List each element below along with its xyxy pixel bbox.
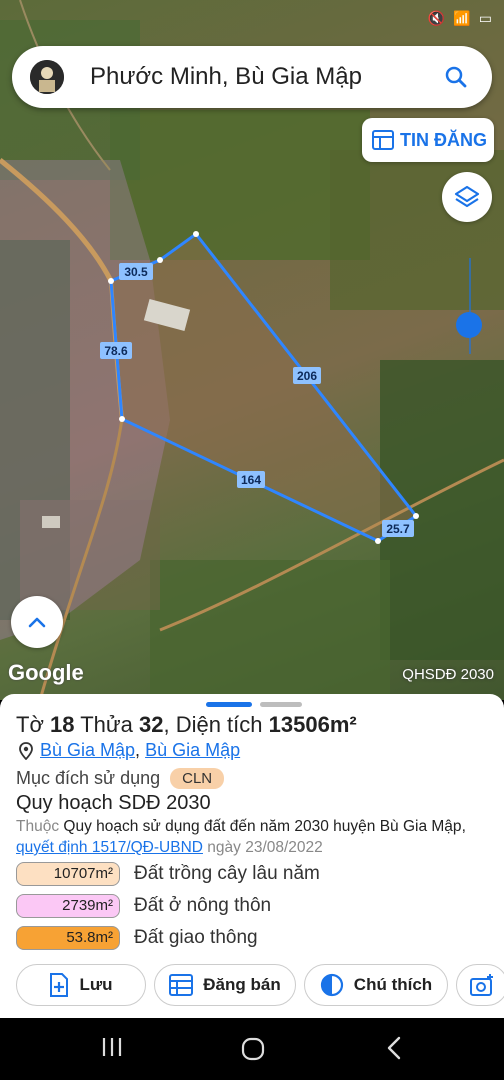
- edge-label-4: 164: [241, 473, 261, 487]
- slider-thumb[interactable]: [456, 312, 482, 338]
- contrast-icon: [320, 973, 343, 997]
- district-link[interactable]: Bù Gia Mập: [145, 740, 240, 760]
- add-photo-icon: [470, 974, 493, 996]
- legend-area: 2739m²: [16, 894, 120, 918]
- thua-number: 32: [138, 712, 164, 737]
- add-file-icon: [50, 973, 69, 997]
- purpose-label: Mục đích sử dụng: [16, 768, 161, 788]
- opacity-slider[interactable]: [456, 258, 482, 354]
- mute-icon: 🔇: [427, 10, 446, 26]
- sell-button[interactable]: Đăng bán: [154, 964, 296, 1006]
- home-icon[interactable]: [240, 1036, 266, 1062]
- edge-label-3: 206: [297, 369, 317, 383]
- avatar[interactable]: [30, 60, 64, 94]
- legend-button[interactable]: Chú thích: [304, 964, 448, 1006]
- edge-label-5: 25.7: [386, 522, 410, 536]
- legend-area: 53.8m²: [16, 926, 120, 950]
- parcel-summary: Tờ 18 Thửa 32, Diện tích 13506m²: [16, 712, 357, 737]
- wifi-icon: 📶: [453, 10, 471, 26]
- edge-label-2: 78.6: [104, 344, 128, 358]
- action-bar: Lưu Đăng bán Chú thích: [16, 964, 504, 1006]
- layer-label: QHSDĐ 2030: [402, 666, 494, 683]
- back-icon[interactable]: [384, 1036, 404, 1060]
- location-pin-icon: [19, 741, 33, 760]
- parcel-info-sheet: Tờ 18 Thửa 32, Diện tích 13506m² Bù Gia …: [0, 694, 504, 1018]
- legend-row: 10707m² Đất trồng cây lâu năm: [16, 862, 496, 886]
- listing-icon: [372, 130, 394, 150]
- legend-area: 10707m²: [16, 862, 120, 886]
- tin-dang-button[interactable]: TIN ĐĂNG: [362, 118, 494, 162]
- sheet-handle[interactable]: [206, 702, 302, 707]
- legend-row: 2739m² Đất ở nông thôn: [16, 894, 496, 918]
- tin-dang-label: TIN ĐĂNG: [400, 129, 487, 150]
- to-number: 18: [50, 712, 75, 737]
- system-nav-bar: [0, 1018, 504, 1080]
- google-logo: Google: [8, 660, 84, 685]
- decision-link[interactable]: quyết định 1517/QĐ-UBND: [16, 839, 203, 856]
- purpose-chip[interactable]: CLN: [170, 768, 225, 789]
- search-query[interactable]: Phước Minh, Bù Gia Mập: [90, 63, 436, 91]
- purpose-row: Mục đích sử dụng CLN: [16, 768, 225, 789]
- layers-icon: [454, 185, 480, 208]
- save-button[interactable]: Lưu: [16, 964, 146, 1006]
- legend-name: Đất ở nông thôn: [134, 895, 272, 916]
- layers-button[interactable]: [442, 172, 492, 222]
- status-bar: 🔇 📶 ▭: [0, 0, 504, 36]
- area-total: 13506m²: [268, 712, 357, 737]
- location-row: Bù Gia Mập, Bù Gia Mập: [18, 740, 240, 761]
- recent-apps-icon[interactable]: [100, 1036, 124, 1058]
- map-view[interactable]: 30.5 78.6 206 164 25.7 🔇 📶 ▭ Phước Minh,…: [0, 0, 504, 700]
- legend-name: Đất giao thông: [134, 927, 258, 948]
- legend-name: Đất trồng cây lâu năm: [134, 863, 320, 884]
- edge-label-1: 30.5: [124, 265, 148, 279]
- plan-description: Thuộc Quy hoạch sử dụng đất đến năm 2030…: [16, 818, 466, 856]
- listing-icon: [169, 974, 194, 996]
- add-photo-button[interactable]: [456, 964, 504, 1006]
- commune-link[interactable]: Bù Gia Mập: [40, 740, 135, 760]
- chevron-up-icon: [28, 617, 46, 628]
- plan-title: Quy hoạch SDĐ 2030: [16, 792, 211, 814]
- search-icon[interactable]: [436, 57, 476, 97]
- battery-icon: ▭: [478, 10, 492, 26]
- legend-row: 53.8m² Đất giao thông: [16, 926, 496, 950]
- expand-button[interactable]: [11, 596, 63, 648]
- search-bar[interactable]: Phước Minh, Bù Gia Mập: [12, 46, 492, 108]
